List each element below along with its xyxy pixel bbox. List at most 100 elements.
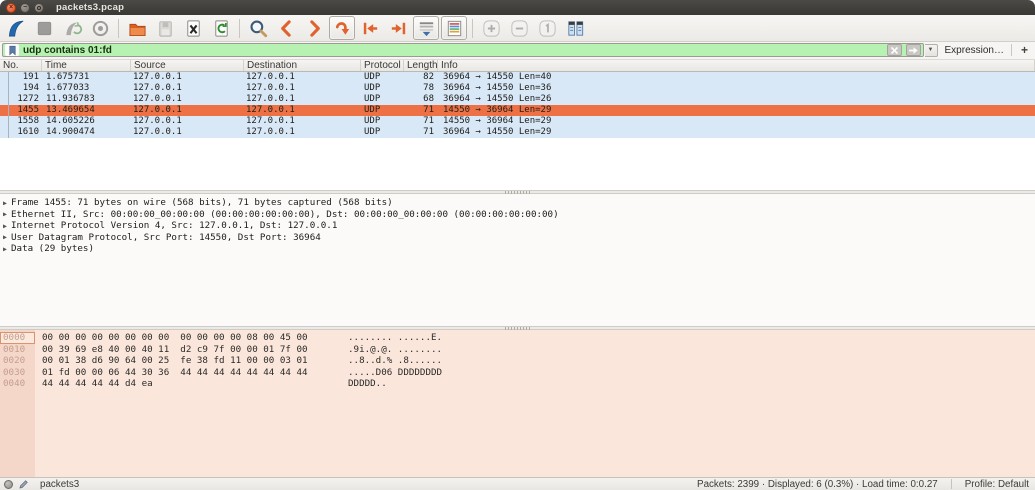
expand-arrow-icon[interactable]: ▶: [0, 233, 11, 241]
packet-row[interactable]: 1558 14.605226 127.0.0.1 127.0.0.1 UDP 71 1455…: [0, 116, 1035, 127]
cell-time: 1.675731: [46, 72, 90, 82]
hex-row[interactable]: 00 00 00 00 00 00 00 00 00 00 00 00 08 0…: [42, 332, 1035, 344]
go-previous-icon: [276, 18, 297, 39]
hex-ascii[interactable]: .....D06 DDDDDDDD: [348, 367, 1035, 379]
go-first-button[interactable]: [357, 16, 383, 40]
packet-row[interactable]: 191 1.675731 127.0.0.1 127.0.0.1 UDP 82 36964 …: [0, 72, 1035, 83]
related-packet-gutter: [0, 94, 9, 105]
clear-x-icon: [890, 46, 898, 54]
go-next-icon: [304, 18, 325, 39]
hex-bytes[interactable]: 00 39 69 e8 40 00 40 11 d2 c9 7f 00 00 0…: [42, 344, 348, 356]
packet-details-pane: ▶ Frame 1455: 71 bytes on wire (568 bits)…: [0, 194, 1035, 326]
filter-bookmark-icon[interactable]: [5, 44, 19, 56]
hex-ascii[interactable]: .9i.@.@. ........: [348, 344, 1035, 356]
window-maximize-button[interactable]: [34, 2, 44, 13]
cell-length: 82: [423, 72, 434, 82]
cell-protocol: UDP: [364, 72, 381, 82]
detail-tree-item[interactable]: ▶ Internet Protocol Version 4, Src: 127.0…: [0, 220, 1035, 232]
related-packet-gutter: [0, 83, 9, 94]
hex-offset: 0040: [3, 378, 26, 389]
column-header-info[interactable]: Info: [438, 60, 1035, 71]
hex-offset: 0030: [3, 366, 26, 378]
detail-tree-item[interactable]: ▶ Frame 1455: 71 bytes on wire (568 bits)…: [0, 197, 1035, 209]
expand-arrow-icon[interactable]: ▶: [0, 245, 11, 253]
cell-destination: 127.0.0.1: [246, 83, 295, 93]
resize-columns-button[interactable]: [562, 16, 588, 40]
hex-bytes[interactable]: 01 fd 00 00 06 44 30 36 44 44 44 44 44 4…: [42, 367, 348, 379]
display-filter-value[interactable]: udp contains 01:fd: [23, 45, 883, 56]
packet-row[interactable]: 194 1.677033 127.0.0.1 127.0.0.1 UDP 78 36964 …: [0, 83, 1035, 94]
colorize-button[interactable]: [441, 16, 467, 40]
hex-offset: 0000: [0, 332, 35, 344]
hex-bytes[interactable]: 00 01 38 d6 90 64 00 25 fe 38 fd 11 00 0…: [42, 355, 348, 367]
resize-columns-icon: [565, 18, 586, 39]
cell-length: 78: [423, 83, 434, 93]
detail-tree-item[interactable]: ▶ Ethernet II, Src: 00:00:00_00:00:00 (00…: [0, 209, 1035, 221]
column-header-source[interactable]: Source: [131, 60, 244, 71]
open-file-button[interactable]: [124, 16, 150, 40]
hex-row[interactable]: 44 44 44 44 44 d4 ea DDDDD..: [42, 378, 1035, 390]
expand-arrow-icon[interactable]: ▶: [0, 222, 11, 230]
packet-row-selected[interactable]: 1455 13.469654 127.0.0.1 127.0.0.1 UDP 71 1455…: [0, 105, 1035, 116]
close-file-button[interactable]: [180, 16, 206, 40]
packet-row[interactable]: 1272 11.936783 127.0.0.1 127.0.0.1 UDP 68 3696…: [0, 94, 1035, 105]
go-first-icon: [360, 18, 381, 39]
go-next-button[interactable]: [301, 16, 327, 40]
cell-length: 71: [423, 105, 434, 115]
hex-bytes[interactable]: 00 00 00 00 00 00 00 00 00 00 00 00 08 0…: [42, 332, 348, 344]
toolbar-separator: [472, 18, 473, 38]
cell-destination: 127.0.0.1: [246, 116, 295, 126]
hex-row[interactable]: 00 39 69 e8 40 00 40 11 d2 c9 7f 00 00 0…: [42, 344, 1035, 356]
hex-ascii[interactable]: DDDDD..: [348, 378, 1035, 390]
cell-length: 71: [423, 127, 434, 137]
restart-capture-button: [59, 16, 85, 40]
hex-row[interactable]: 01 fd 00 00 06 44 30 36 44 44 44 44 44 4…: [42, 367, 1035, 379]
go-to-packet-button[interactable]: [329, 16, 355, 40]
column-header-time[interactable]: Time: [42, 60, 131, 71]
capture-comment-icon[interactable]: [18, 479, 29, 490]
zoom-100-button: [534, 16, 560, 40]
go-to-packet-icon: [332, 18, 353, 39]
column-header-no[interactable]: No.: [0, 60, 42, 71]
filter-add-button[interactable]: +: [1017, 43, 1032, 57]
status-profile[interactable]: Profile: Default: [965, 479, 1031, 490]
hex-row[interactable]: 00 01 38 d6 90 64 00 25 fe 38 fd 11 00 0…: [42, 355, 1035, 367]
find-packet-button[interactable]: [245, 16, 271, 40]
filter-clear-button[interactable]: [886, 44, 902, 56]
detail-tree-item[interactable]: ▶ User Datagram Protocol, Src Port: 14550…: [0, 232, 1035, 244]
expression-button[interactable]: Expression…: [943, 45, 1006, 56]
expand-arrow-icon[interactable]: ▶: [0, 199, 11, 207]
related-packet-gutter: [0, 105, 9, 116]
cell-source: 127.0.0.1: [133, 127, 182, 137]
go-last-button[interactable]: [385, 16, 411, 40]
hex-bytes[interactable]: 44 44 44 44 44 d4 ea: [42, 378, 348, 390]
start-capture-button[interactable]: [3, 16, 29, 40]
window-minimize-button[interactable]: −: [20, 2, 30, 13]
window-close-button[interactable]: ×: [6, 2, 16, 13]
hex-ascii[interactable]: ..8..d.% .8......: [348, 355, 1035, 367]
cell-info: 36964 → 14550 Len=36: [443, 83, 552, 93]
cell-length: 68: [423, 94, 434, 104]
column-header-length[interactable]: Length: [404, 60, 438, 71]
cell-time: 13.469654: [46, 105, 95, 115]
reload-file-icon: [211, 18, 232, 39]
expand-arrow-icon[interactable]: ▶: [0, 210, 11, 218]
reload-file-button[interactable]: [208, 16, 234, 40]
cell-info: 36964 → 14550 Len=40: [443, 72, 552, 82]
expert-info-icon[interactable]: [4, 479, 13, 489]
column-header-destination[interactable]: Destination: [244, 60, 361, 71]
hex-ascii[interactable]: ........ ......E.: [348, 332, 1035, 344]
filter-dropdown-button[interactable]: ▼: [924, 43, 938, 57]
cell-no: 1610: [17, 127, 39, 137]
go-last-icon: [388, 18, 409, 39]
auto-scroll-button[interactable]: [413, 16, 439, 40]
column-header-protocol[interactable]: Protocol: [361, 60, 404, 71]
go-previous-button[interactable]: [273, 16, 299, 40]
detail-tree-item[interactable]: ▶ Data (29 bytes): [0, 243, 1035, 255]
packet-row[interactable]: 1610 14.900474 127.0.0.1 127.0.0.1 UDP 71 3696…: [0, 127, 1035, 138]
filter-apply-button[interactable]: [905, 44, 921, 56]
display-filter-input[interactable]: udp contains 01:fd: [2, 43, 924, 57]
detail-text: Frame 1455: 71 bytes on wire (568 bits),…: [11, 197, 393, 209]
related-packet-gutter: [0, 127, 9, 138]
hex-bytes-column: 00 00 00 00 00 00 00 00 00 00 00 00 08 0…: [35, 330, 1035, 477]
